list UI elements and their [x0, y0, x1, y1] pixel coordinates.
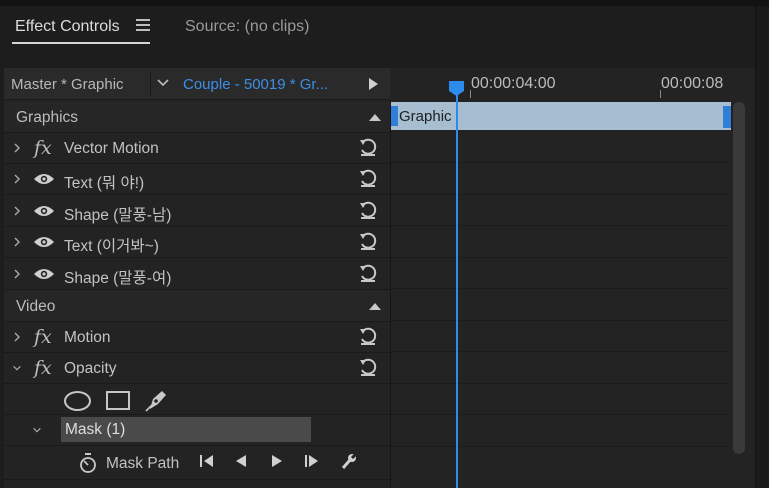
effect-row-opacity[interactable]: fx Opacity	[4, 353, 390, 384]
active-tab-underline	[12, 42, 150, 44]
collapse-up-icon[interactable]	[368, 301, 382, 311]
stopwatch-icon[interactable]	[78, 452, 98, 474]
fx-icon[interactable]: fx	[34, 326, 52, 348]
reset-icon[interactable]	[358, 232, 378, 252]
layer-label: Text (뭐 야!)	[64, 175, 145, 192]
track-divider	[391, 320, 731, 321]
chevron-down-icon[interactable]	[156, 75, 170, 89]
pen-mask-icon[interactable]	[144, 387, 170, 413]
layer-label: Shape (말풍-여)	[64, 270, 172, 287]
reset-icon[interactable]	[358, 358, 378, 378]
timecode-label: 00:00:08	[661, 75, 724, 92]
effect-row-vector-motion[interactable]: fx Vector Motion	[4, 133, 390, 164]
wrench-icon[interactable]	[339, 452, 359, 470]
chevron-right-icon[interactable]	[12, 142, 22, 154]
reset-icon[interactable]	[358, 138, 378, 158]
chevron-down-icon[interactable]	[12, 362, 22, 374]
mask-row[interactable]: Mask (1)	[4, 415, 390, 446]
master-clip-label[interactable]: Master * Graphic	[11, 76, 124, 93]
track-divider	[391, 225, 731, 226]
track-divider	[391, 446, 731, 447]
eye-icon[interactable]	[33, 172, 55, 186]
chevron-down-icon[interactable]	[32, 424, 42, 436]
chevron-right-icon[interactable]	[12, 268, 22, 280]
track-divider	[391, 414, 731, 415]
fx-icon[interactable]: fx	[34, 137, 52, 159]
play-triangle-icon[interactable]	[366, 76, 380, 92]
chevron-right-icon[interactable]	[12, 205, 22, 217]
eye-icon[interactable]	[33, 235, 55, 249]
reset-icon[interactable]	[358, 264, 378, 284]
layer-row-text[interactable]: Text (이거봐~)	[4, 227, 390, 258]
partial-row	[4, 480, 390, 488]
effect-row-motion[interactable]: fx Motion	[4, 322, 390, 353]
layer-label: Shape (말풍-남)	[64, 207, 172, 224]
clip-selector[interactable]: Couple - 50019 * Gr...	[183, 76, 328, 93]
ellipse-mask-icon[interactable]	[64, 391, 91, 411]
timeline-panel	[390, 68, 755, 488]
step-backward-icon[interactable]	[231, 452, 251, 470]
section-video[interactable]: Video	[4, 291, 390, 322]
reset-icon[interactable]	[358, 327, 378, 347]
track-forward-icon[interactable]	[302, 452, 322, 470]
reset-icon[interactable]	[358, 201, 378, 221]
layer-label: Text (이거봐~)	[64, 238, 159, 255]
track-divider	[391, 194, 731, 195]
step-forward-icon[interactable]	[267, 452, 287, 470]
eye-icon[interactable]	[33, 267, 55, 281]
track-divider	[391, 288, 731, 289]
playhead-line[interactable]	[456, 95, 458, 488]
clip-in-handle[interactable]	[391, 106, 398, 126]
clip-out-handle[interactable]	[723, 106, 731, 128]
track-divider	[391, 351, 731, 352]
timecode-label: 00:00:04:00	[471, 75, 556, 92]
ruler-tick	[660, 90, 661, 98]
section-graphics[interactable]: Graphics	[4, 102, 390, 133]
mask-path-label: Mask Path	[106, 455, 180, 472]
layer-row-shape[interactable]: Shape (말풍-여)	[4, 259, 390, 290]
panel-tab-bar: Effect Controls Source: (no clips)	[0, 6, 769, 50]
master-clip-row: Master * Graphic Couple - 50019 * Gr...	[4, 68, 390, 100]
track-backward-icon[interactable]	[197, 452, 217, 470]
tab-source[interactable]: Source: (no clips)	[185, 18, 310, 36]
mask-label: Mask (1)	[65, 421, 126, 438]
effect-label: Vector Motion	[64, 140, 159, 157]
effect-label: Opacity	[64, 360, 117, 377]
panel-menu-icon[interactable]	[136, 19, 150, 33]
panel-right-edge	[755, 6, 769, 488]
track-divider	[391, 383, 731, 384]
chevron-right-icon[interactable]	[12, 236, 22, 248]
reset-icon[interactable]	[358, 169, 378, 189]
effect-label: Motion	[64, 329, 111, 346]
divider	[150, 72, 151, 96]
chevron-right-icon[interactable]	[12, 331, 22, 343]
section-label: Graphics	[16, 109, 79, 126]
clip-name: Graphic	[399, 108, 452, 125]
mask-tools-row	[4, 384, 390, 415]
fx-icon[interactable]: fx	[34, 357, 52, 379]
tab-effect-controls[interactable]: Effect Controls	[15, 18, 120, 36]
collapse-up-icon[interactable]	[368, 112, 382, 122]
track-divider	[391, 257, 731, 258]
layer-row-text[interactable]: Text (뭐 야!)	[4, 164, 390, 195]
rectangle-mask-icon[interactable]	[106, 391, 130, 410]
section-label: Video	[16, 298, 56, 315]
playhead-marker[interactable]	[448, 80, 465, 97]
ruler-tick	[470, 90, 471, 98]
track-divider	[391, 162, 731, 163]
eye-icon[interactable]	[33, 204, 55, 218]
layer-row-shape[interactable]: Shape (말풍-남)	[4, 196, 390, 227]
chevron-right-icon[interactable]	[12, 173, 22, 185]
timeline-scrollbar[interactable]	[733, 102, 745, 454]
